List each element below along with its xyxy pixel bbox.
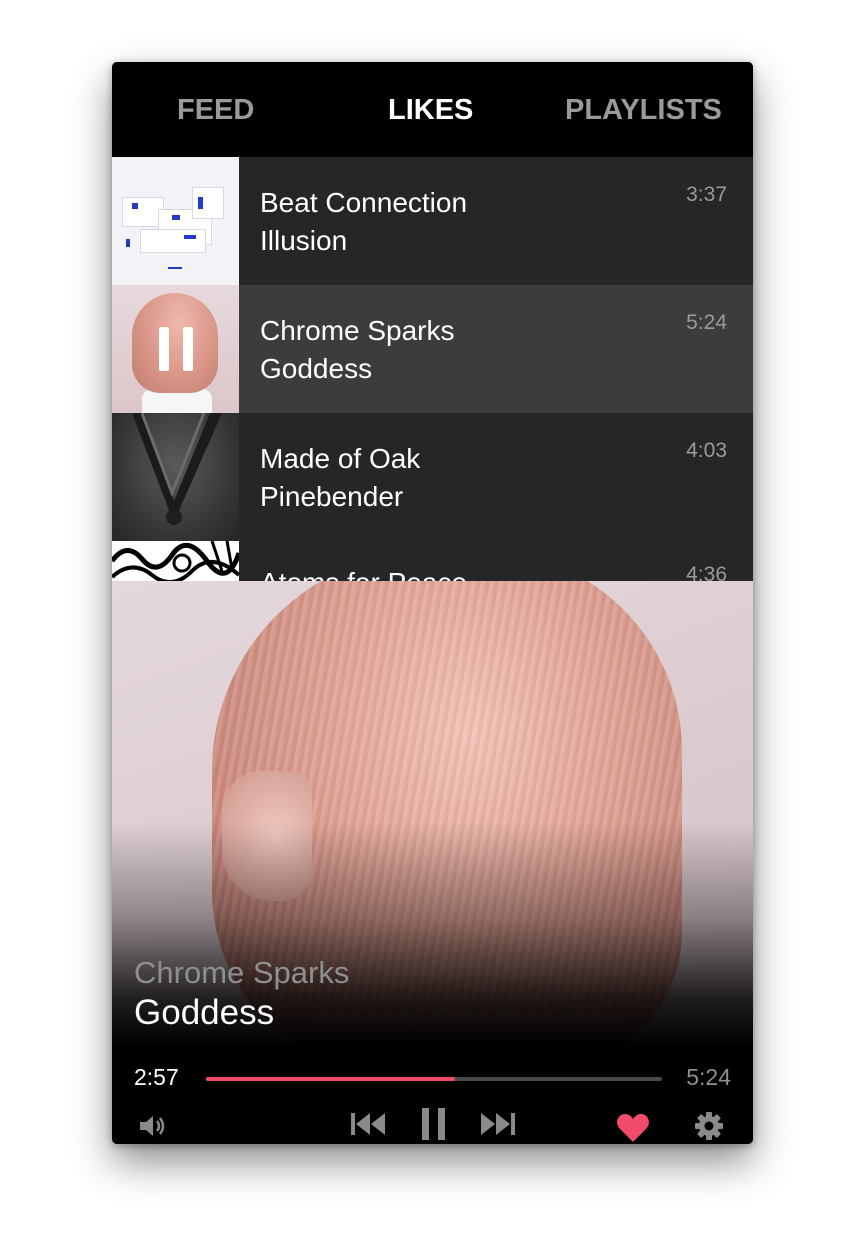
track-row[interactable]: Atoms for Peace 4:36	[112, 541, 753, 581]
next-track-icon[interactable]	[478, 1111, 516, 1137]
elapsed-time: 2:57	[134, 1064, 179, 1090]
track-artist: Beat Connection	[260, 187, 468, 218]
album-art-thumbnail	[112, 541, 239, 581]
track-duration: 4:36	[686, 563, 727, 581]
track-duration: 5:24	[686, 311, 727, 334]
now-playing-title: Goddess	[134, 993, 275, 1032]
album-art-thumbnail	[112, 285, 239, 413]
album-art-thumbnail	[112, 413, 239, 541]
total-time: 5:24	[686, 1064, 731, 1090]
heart-icon[interactable]	[616, 1113, 650, 1143]
gear-icon[interactable]	[694, 1111, 724, 1141]
track-row[interactable]: Beat Connection Illusion 3:37	[112, 157, 753, 285]
track-row-playing[interactable]: Chrome Sparks Goddess 5:24	[112, 285, 753, 413]
tab-bar: FEED LIKES PLAYLISTS	[112, 62, 753, 157]
track-artist: Chrome Sparks	[260, 315, 455, 346]
track-row[interactable]: Made of Oak Pinebender 4:03	[112, 413, 753, 541]
music-player-window: FEED LIKES PLAYLISTS Beat Connection Ill…	[112, 62, 753, 1144]
album-art-thumbnail	[112, 157, 239, 285]
volume-icon[interactable]	[138, 1113, 168, 1139]
pause-icon[interactable]	[159, 327, 193, 371]
liked-tracks-list: Beat Connection Illusion 3:37 Chrome Spa…	[112, 157, 753, 581]
track-artist: Atoms for Peace	[260, 567, 467, 581]
track-title: Pinebender	[260, 481, 404, 512]
progress-bar[interactable]	[206, 1077, 662, 1081]
previous-track-icon[interactable]	[350, 1111, 388, 1137]
progress-bar-fill	[206, 1077, 455, 1081]
tab-playlists[interactable]: PLAYLISTS	[565, 92, 722, 128]
pause-icon[interactable]	[420, 1106, 448, 1142]
track-title: Illusion	[260, 225, 348, 256]
track-duration: 4:03	[686, 439, 727, 462]
now-playing-artist: Chrome Sparks	[134, 955, 350, 990]
track-artist: Made of Oak	[260, 443, 421, 474]
track-title: Goddess	[260, 353, 373, 384]
tab-likes[interactable]: LIKES	[388, 92, 473, 128]
tab-feed[interactable]: FEED	[177, 92, 254, 128]
now-playing-panel: Chrome Sparks Goddess 2:57 5:24	[112, 581, 753, 1144]
track-duration: 3:37	[686, 183, 727, 206]
